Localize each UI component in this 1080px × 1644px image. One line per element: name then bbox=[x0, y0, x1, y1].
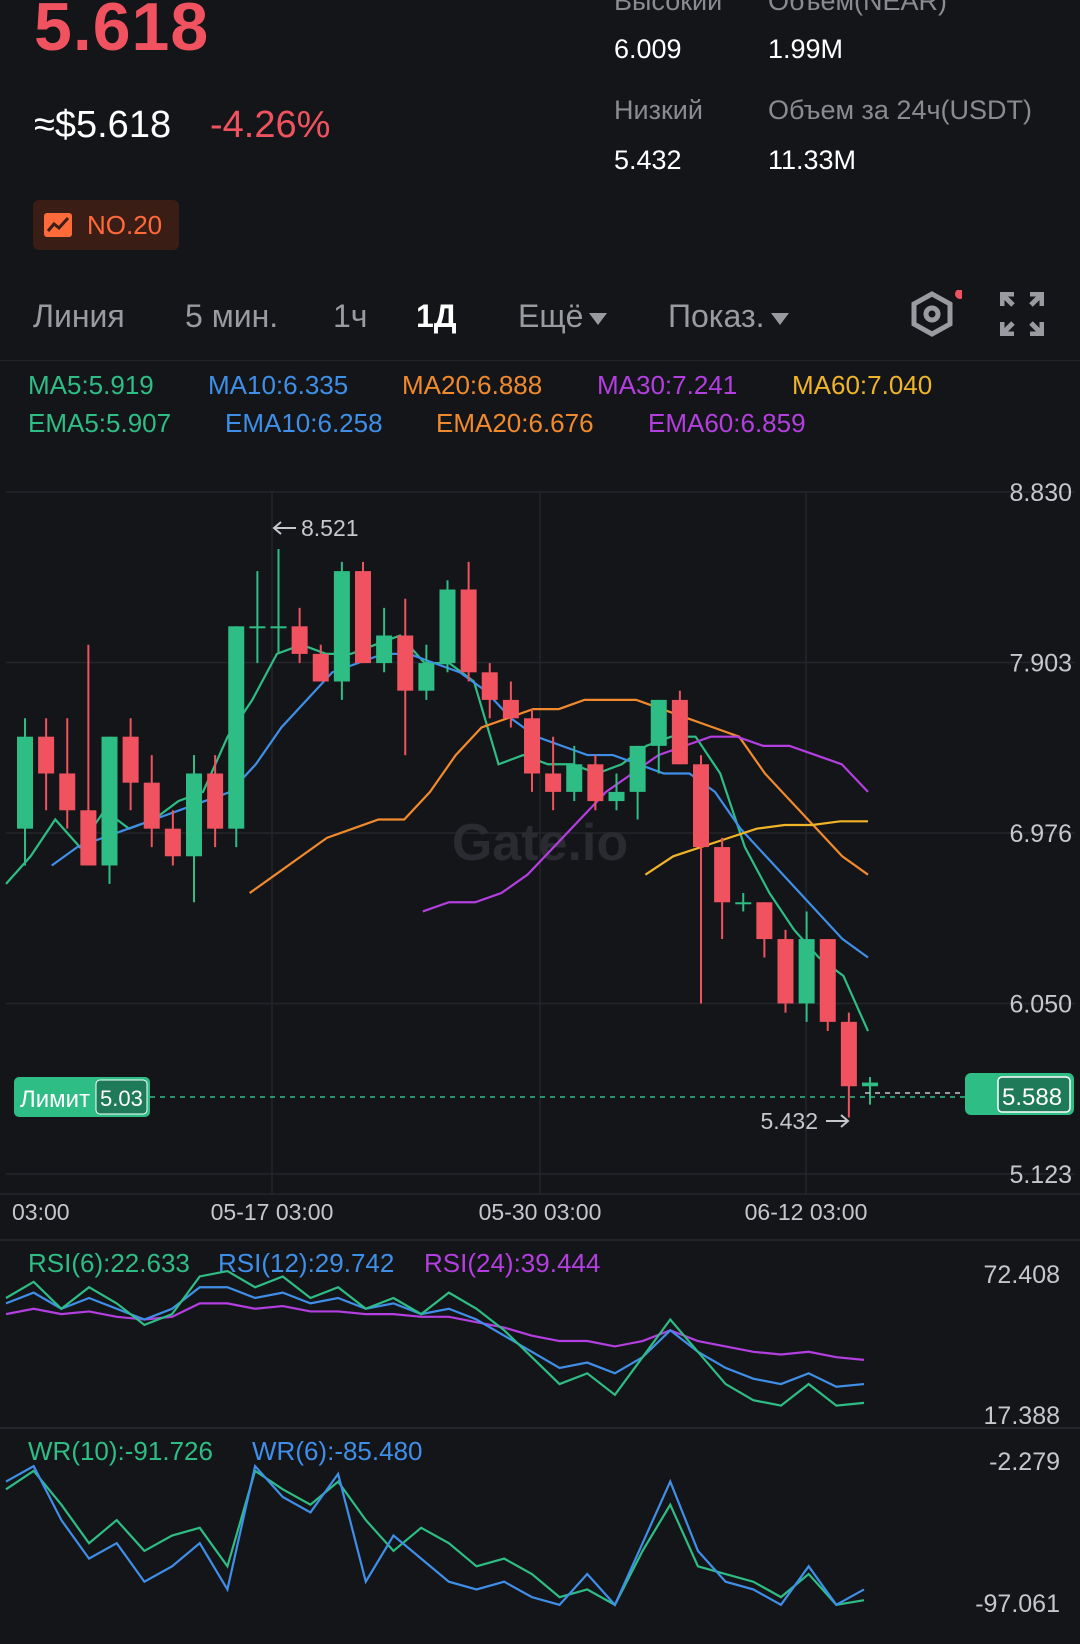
limit-value: 5.03 bbox=[100, 1086, 143, 1111]
candle-up bbox=[101, 736, 118, 866]
rsi-lines bbox=[5, 1269, 865, 1407]
candle-down bbox=[460, 589, 477, 673]
ma10-line bbox=[51, 652, 869, 959]
candle-down bbox=[122, 736, 139, 783]
low-marker-label: 5.432 bbox=[760, 1108, 818, 1134]
candle-up bbox=[418, 663, 435, 691]
candle-up bbox=[735, 902, 752, 905]
wr-top-label: -2.279 bbox=[989, 1448, 1060, 1476]
rsi6-legend: RSI(6):22.633 bbox=[28, 1248, 190, 1278]
candle-up bbox=[228, 626, 245, 829]
candle-down bbox=[524, 718, 540, 774]
wr10-legend: WR(10):-91.726 bbox=[28, 1436, 213, 1466]
candle-up bbox=[862, 1082, 878, 1087]
candle-up bbox=[270, 626, 287, 629]
candle-up bbox=[376, 635, 393, 664]
rsi-bottom-label: 17.388 bbox=[984, 1402, 1060, 1430]
low-marker: 5.432 bbox=[760, 1108, 850, 1134]
time-axis: 03:00 05-17 03:00 05-30 03:00 06-12 03:00 bbox=[12, 1199, 867, 1225]
candle-up bbox=[608, 791, 625, 802]
high-marker: 8.521 bbox=[272, 515, 359, 541]
candle-up bbox=[17, 736, 33, 829]
candle-down bbox=[671, 699, 688, 765]
candle-down bbox=[587, 764, 604, 802]
current-price-value: 5.588 bbox=[1002, 1084, 1062, 1111]
candle-down bbox=[291, 626, 308, 654]
candle-down bbox=[38, 736, 55, 774]
time-tick-label: 05-30 03:00 bbox=[479, 1199, 602, 1225]
high-marker-label: 8.521 bbox=[301, 515, 359, 541]
price-tick-label: 7.903 bbox=[1009, 650, 1072, 678]
candle-down bbox=[312, 653, 329, 682]
wr6-legend: WR(6):-85.480 bbox=[252, 1436, 423, 1466]
candle-down bbox=[502, 699, 519, 719]
limit-order-tag[interactable]: Лимит 5.03 bbox=[14, 1077, 150, 1117]
candle-down bbox=[481, 672, 498, 700]
rsi24-legend: RSI(24):39.444 bbox=[424, 1248, 600, 1278]
candle-down bbox=[714, 847, 731, 903]
time-tick-label: 03:00 bbox=[12, 1199, 70, 1225]
candle-down bbox=[840, 1021, 857, 1087]
candle-up bbox=[629, 745, 646, 792]
candle-down bbox=[397, 635, 414, 691]
candle-down bbox=[164, 828, 181, 857]
candle-up bbox=[186, 773, 202, 857]
candle-down bbox=[819, 939, 836, 1022]
candle-down bbox=[143, 782, 160, 829]
price-tick-label: 8.830 bbox=[1009, 479, 1072, 507]
candle-down bbox=[80, 810, 97, 866]
candle-up bbox=[566, 764, 583, 792]
candle-up bbox=[439, 589, 456, 664]
candle-down bbox=[207, 773, 224, 829]
wr-lines bbox=[5, 1463, 865, 1607]
time-tick-label: 05-17 03:00 bbox=[211, 1199, 334, 1225]
watermark: Gate.io bbox=[452, 814, 628, 872]
price-tick-label: 6.976 bbox=[1009, 820, 1072, 848]
rsi-top-label: 72.408 bbox=[984, 1261, 1060, 1289]
rsi12-legend: RSI(12):29.742 bbox=[218, 1248, 394, 1278]
time-tick-label: 06-12 03:00 bbox=[745, 1199, 868, 1225]
kline-chart[interactable]: Gate.io 8.8307.9036.9766.0505.123 03:00 0… bbox=[0, 0, 1080, 1644]
candle-down bbox=[777, 939, 794, 1004]
candle-down bbox=[693, 764, 709, 848]
candle-down bbox=[545, 773, 562, 792]
candle-up bbox=[650, 699, 667, 746]
candle-down bbox=[59, 773, 76, 811]
limit-label: Лимит bbox=[20, 1086, 90, 1113]
price-tick-label: 5.123 bbox=[1009, 1161, 1072, 1189]
candle-up bbox=[333, 571, 350, 682]
price-tick-label: 6.050 bbox=[1009, 991, 1072, 1019]
candle-up bbox=[798, 939, 815, 1004]
wr-bottom-label: -97.061 bbox=[975, 1590, 1060, 1618]
current-price-tag[interactable]: 5.588 bbox=[965, 1073, 1074, 1115]
candle-down bbox=[355, 571, 371, 664]
candle-up bbox=[249, 626, 266, 629]
rsi6-line bbox=[5, 1269, 865, 1407]
candle-down bbox=[756, 902, 773, 940]
